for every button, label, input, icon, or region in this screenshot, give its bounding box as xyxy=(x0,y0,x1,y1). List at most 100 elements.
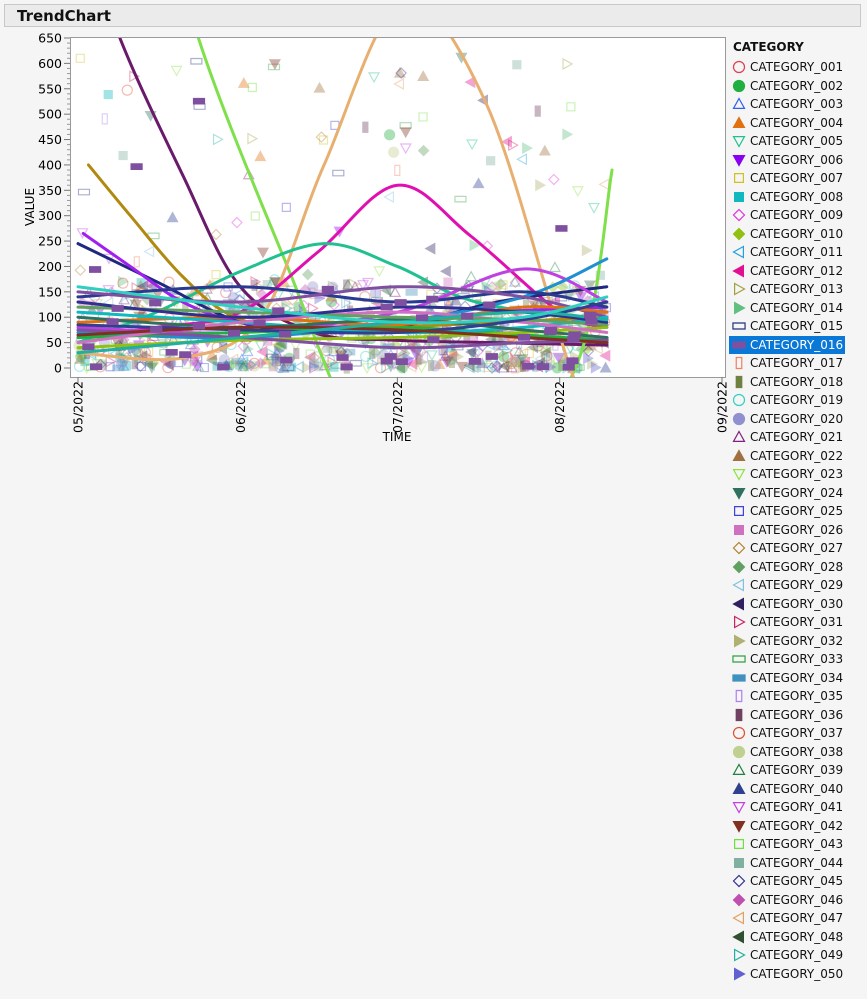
legend-item-label: CATEGORY_001 xyxy=(750,60,844,74)
legend-marker xyxy=(734,524,744,535)
legend-item-category-041[interactable]: CATEGORY_041 xyxy=(729,798,845,816)
legend-item-category-032[interactable]: CATEGORY_032 xyxy=(729,632,845,650)
square-marker-icon xyxy=(734,506,744,516)
scatter-point xyxy=(536,363,550,370)
y-tick-label: 600 xyxy=(38,56,62,71)
legend-marker xyxy=(734,300,746,315)
scatter-point xyxy=(179,351,192,358)
legend-item-category-012[interactable]: CATEGORY_012 xyxy=(729,262,845,280)
legend-marker xyxy=(732,79,746,92)
scatter-point xyxy=(544,328,557,336)
legend-item-category-037[interactable]: CATEGORY_037 xyxy=(729,724,845,742)
legend-item-label: CATEGORY_022 xyxy=(750,448,844,463)
y-tick-label: 50 xyxy=(46,335,62,350)
x-tick-label: 06/2022 xyxy=(233,381,248,433)
legend-item-category-024[interactable]: CATEGORY_024 xyxy=(729,484,845,502)
legend-item-category-034[interactable]: CATEGORY_034 xyxy=(729,669,845,687)
rect-marker-icon xyxy=(732,322,746,330)
legend-item-category-019[interactable]: CATEGORY_019 xyxy=(729,391,845,409)
legend-item-category-007[interactable]: CATEGORY_007 xyxy=(729,169,845,187)
legend-item-category-011[interactable]: CATEGORY_011 xyxy=(729,243,845,261)
legend-marker xyxy=(732,874,746,888)
legend-item-category-028[interactable]: CATEGORY_028 xyxy=(729,558,845,576)
legend-item-category-030[interactable]: CATEGORY_030 xyxy=(729,595,845,613)
scatter-point xyxy=(405,289,418,296)
triright-marker-icon xyxy=(734,948,746,962)
legend-item-category-010[interactable]: CATEGORY_010 xyxy=(729,225,845,243)
legend-item-category-004[interactable]: CATEGORY_004 xyxy=(729,114,845,132)
legend-item-label: CATEGORY_015 xyxy=(750,319,844,333)
legend-item-label: CATEGORY_033 xyxy=(750,652,844,666)
legend-item-category-029[interactable]: CATEGORY_029 xyxy=(729,576,845,594)
legend-item-label: CATEGORY_016 xyxy=(750,337,844,352)
legend-item-category-016[interactable]: CATEGORY_016 xyxy=(729,335,845,354)
legend-item-category-049[interactable]: CATEGORY_049 xyxy=(729,946,845,964)
legend-item-category-039[interactable]: CATEGORY_039 xyxy=(729,761,845,779)
legend-item-category-001[interactable]: CATEGORY_001 xyxy=(729,58,845,76)
legend-item-category-027[interactable]: CATEGORY_027 xyxy=(729,539,845,557)
legend-item-category-025[interactable]: CATEGORY_025 xyxy=(729,502,845,520)
legend-item-category-044[interactable]: CATEGORY_044 xyxy=(729,854,845,872)
legend-item-category-003[interactable]: CATEGORY_003 xyxy=(729,95,845,113)
legend-marker xyxy=(732,448,746,461)
legend-item-category-013[interactable]: CATEGORY_013 xyxy=(729,280,845,298)
legend-item-category-043[interactable]: CATEGORY_043 xyxy=(729,835,845,853)
legend-item-category-015[interactable]: CATEGORY_015 xyxy=(729,317,845,335)
legend-item-category-021[interactable]: CATEGORY_021 xyxy=(729,428,845,446)
legend-item-label: CATEGORY_038 xyxy=(750,744,844,759)
scatter-point xyxy=(461,312,474,320)
legend-marker xyxy=(732,245,744,259)
legend-item-category-022[interactable]: CATEGORY_022 xyxy=(729,447,845,465)
legend-item-category-031[interactable]: CATEGORY_031 xyxy=(729,613,845,631)
scatter-point xyxy=(189,357,199,367)
legend-item-category-006[interactable]: CATEGORY_006 xyxy=(729,151,845,169)
diamond-marker-icon xyxy=(732,541,746,555)
legend-item-category-035[interactable]: CATEGORY_035 xyxy=(729,687,845,705)
legend-item-category-008[interactable]: CATEGORY_008 xyxy=(729,188,845,206)
legend-item-category-009[interactable]: CATEGORY_009 xyxy=(729,206,845,224)
legend-item-category-023[interactable]: CATEGORY_023 xyxy=(729,465,845,483)
square-marker-icon xyxy=(734,173,744,183)
legend-marker xyxy=(732,596,744,611)
triangle-marker-icon xyxy=(732,448,746,461)
legend-item-label: CATEGORY_019 xyxy=(750,393,844,407)
legend-item-label: CATEGORY_007 xyxy=(750,171,844,185)
legend-item-label: CATEGORY_031 xyxy=(750,615,844,629)
scatter-point xyxy=(150,326,163,333)
legend-item-category-036[interactable]: CATEGORY_036 xyxy=(729,706,845,724)
legend-marker xyxy=(734,282,746,296)
legend-item-label: CATEGORY_010 xyxy=(750,226,844,241)
legend-item-category-048[interactable]: CATEGORY_048 xyxy=(729,928,845,946)
legend-item-category-045[interactable]: CATEGORY_045 xyxy=(729,872,845,890)
legend-item-category-020[interactable]: CATEGORY_020 xyxy=(729,410,845,428)
legend-item-category-033[interactable]: CATEGORY_033 xyxy=(729,650,845,668)
legend-item-category-040[interactable]: CATEGORY_040 xyxy=(729,780,845,798)
legend-marker xyxy=(732,929,744,944)
trileft-marker-icon xyxy=(732,245,744,259)
y-tick-label: 450 xyxy=(38,132,62,147)
y-tick-label: 150 xyxy=(38,284,62,299)
legend-marker xyxy=(732,487,746,500)
legend-item-label: CATEGORY_025 xyxy=(750,504,844,518)
tridown-marker-icon xyxy=(732,136,746,148)
legend-item-category-026[interactable]: CATEGORY_026 xyxy=(729,521,845,539)
scatter-point xyxy=(149,299,162,307)
scatter-point xyxy=(272,307,285,315)
legend-item-category-017[interactable]: CATEGORY_017 xyxy=(729,354,845,372)
legend-item-category-002[interactable]: CATEGORY_002 xyxy=(729,77,845,95)
legend-item-category-038[interactable]: CATEGORY_038 xyxy=(729,743,845,761)
legend-item-category-050[interactable]: CATEGORY_050 xyxy=(729,965,845,983)
scatter-point xyxy=(89,266,102,273)
legend-marker xyxy=(732,911,744,925)
scatter-point xyxy=(321,285,334,293)
trileft-marker-icon xyxy=(732,596,744,611)
legend-item-category-005[interactable]: CATEGORY_005 xyxy=(729,132,845,150)
legend-marker xyxy=(734,948,746,962)
legend-marker xyxy=(734,191,744,202)
legend-item-label: CATEGORY_036 xyxy=(750,707,844,722)
legend-item-category-042[interactable]: CATEGORY_042 xyxy=(729,817,845,835)
legend-item-category-047[interactable]: CATEGORY_047 xyxy=(729,909,845,927)
legend-item-category-018[interactable]: CATEGORY_018 xyxy=(729,373,845,391)
legend-item-category-046[interactable]: CATEGORY_046 xyxy=(729,891,845,909)
legend-item-category-014[interactable]: CATEGORY_014 xyxy=(729,299,845,317)
